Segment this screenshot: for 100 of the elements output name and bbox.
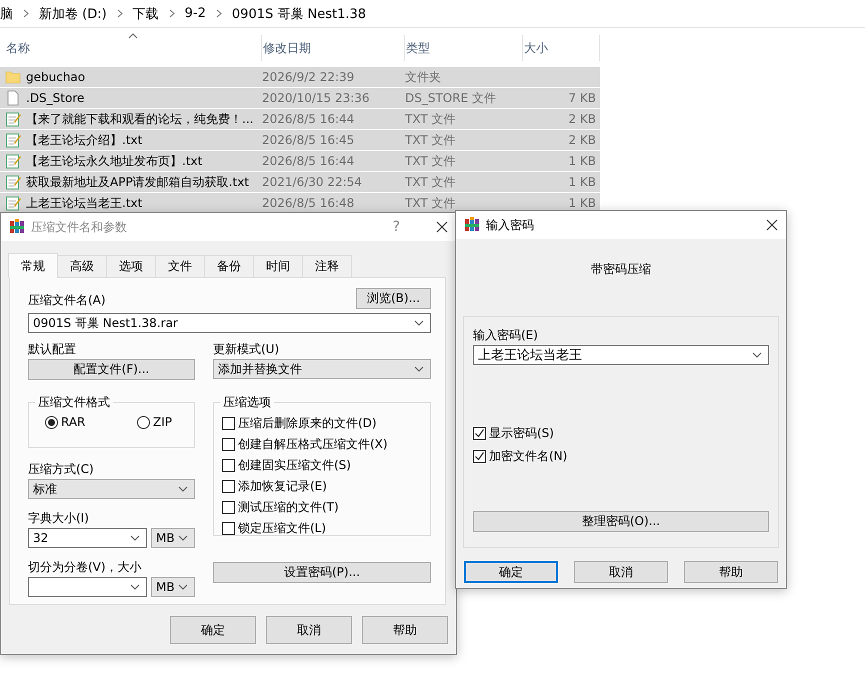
checkbox[interactable] <box>222 501 235 514</box>
file-date: 2020/10/15 23:36 <box>262 91 371 105</box>
file-row[interactable]: 【老王论坛永久地址发布页】.txt 2026/8/5 16:44 TXT 文件 1 KB <box>0 151 600 171</box>
file-name: 上老王论坛当老王.txt <box>26 194 142 212</box>
file-name: 【老王论坛永久地址发布页】.txt <box>26 152 202 170</box>
dialog-button[interactable]: 确定 <box>170 616 256 644</box>
checkbox-label[interactable]: 创建自解压格式压缩文件(X) <box>238 436 388 453</box>
checkbox-label[interactable]: 测试压缩的文件(T) <box>238 499 339 516</box>
checkbox[interactable] <box>222 480 235 493</box>
tab[interactable]: 注释 <box>302 255 352 277</box>
file-name: .DS_Store <box>26 91 84 105</box>
radio-label[interactable]: RAR <box>61 415 86 429</box>
chevron-icon <box>130 535 140 541</box>
file-row[interactable]: 【来了就能下载和观看的论坛，纯免费！... 2026/8/5 16:44 TXT 文件 2 KB <box>0 109 600 129</box>
file-date: 2021/6/30 22:54 <box>262 175 363 189</box>
update-mode-dropdown[interactable]: 添加并替换文件 <box>213 359 431 379</box>
column-header[interactable]: 名称 <box>5 35 262 61</box>
file-size: 1 KB <box>567 175 597 189</box>
books-stack-icon <box>464 217 480 233</box>
checkbox[interactable] <box>473 427 486 440</box>
profile-button[interactable]: 配置文件(F)... <box>28 359 195 380</box>
help-mark[interactable]: ? <box>392 219 400 235</box>
field-label: 输入密码(E) <box>473 327 539 344</box>
checkbox-label[interactable]: 创建固实压缩文件(S) <box>238 457 351 474</box>
dialog-button[interactable]: 确定 <box>464 561 558 583</box>
chevron-icon <box>752 352 762 358</box>
dialog-button[interactable]: 取消 <box>266 616 352 644</box>
file-type: TXT 文件 <box>405 110 456 128</box>
file-row[interactable]: .DS_Store 2020/10/15 23:36 DS_STORE 文件 7 KB <box>0 88 600 108</box>
file-date: 2026/8/5 16:44 <box>262 154 356 168</box>
checkbox[interactable] <box>473 450 486 463</box>
dictionary-dropdown[interactable]: 32 <box>28 528 147 548</box>
chevron-icon <box>216 9 222 18</box>
file-size: 2 KB <box>567 133 597 147</box>
file-name: 【来了就能下载和观看的论坛，纯免费！... <box>26 110 254 128</box>
radio-button[interactable] <box>137 416 150 428</box>
notepad-icon <box>5 153 21 169</box>
password-field[interactable]: 上老王论坛当老王 <box>473 345 769 365</box>
books-stack-icon <box>9 219 25 235</box>
checkbox[interactable] <box>222 522 235 535</box>
file-row[interactable]: gebuchao 2026/9/2 22:39 文件夹 <box>0 67 600 87</box>
checkbox-label[interactable]: 锁定压缩文件(L) <box>238 520 326 537</box>
file-type: DS_STORE 文件 <box>405 90 497 106</box>
group-title: 压缩选项 <box>220 394 274 411</box>
breadcrumb-item[interactable]: 新加卷 (D:) <box>39 4 107 22</box>
checkbox[interactable] <box>222 459 235 472</box>
notepad-icon <box>5 195 21 211</box>
checkbox-label[interactable]: 显示密码(S) <box>489 425 554 442</box>
file-row[interactable]: 上老王论坛当老王.txt 2026/8/5 16:48 TXT 文件 1 KB <box>0 193 600 213</box>
checkbox-label[interactable]: 压缩后删除原来的文件(D) <box>238 415 377 432</box>
dialog-button[interactable]: 帮助 <box>362 616 448 644</box>
breadcrumb-item[interactable]: 下载 <box>132 4 159 22</box>
window-title: 输入密码 <box>486 216 535 234</box>
breadcrumb-item[interactable]: 0901S 哥巢 Nest1.38 <box>232 4 366 22</box>
dialog-button[interactable]: 取消 <box>574 561 668 583</box>
volume-dropdown[interactable] <box>28 577 147 597</box>
file-date: 2026/8/5 16:45 <box>262 133 356 147</box>
file-row[interactable]: 获取最新地址及APP请发邮箱自动获取.txt 2021/6/30 22:54 TXT 文件 1 KB <box>0 172 600 192</box>
file-date: 2026/8/5 16:44 <box>262 112 356 126</box>
tab[interactable]: 常规 <box>8 253 58 278</box>
column-header[interactable]: 大小 <box>523 35 600 61</box>
browse-button[interactable]: 浏览(B)... <box>356 288 431 309</box>
set-password-button[interactable]: 设置密码(P)... <box>213 562 431 583</box>
chevron-icon <box>178 584 188 590</box>
dialog-button[interactable]: 帮助 <box>684 561 778 583</box>
file-type: TXT 文件 <box>405 194 456 212</box>
window-title: 压缩文件名和参数 <box>31 218 128 236</box>
checkbox[interactable] <box>222 438 235 451</box>
file-name: 【老王论坛介绍】.txt <box>26 132 142 148</box>
archive-name-field[interactable]: 0901S 哥巢 Nest1.38.rar <box>28 313 431 333</box>
unit-dropdown[interactable]: MB <box>151 577 195 597</box>
file-row[interactable]: 【老王论坛介绍】.txt 2026/8/5 16:45 TXT 文件 2 KB <box>0 130 600 150</box>
file-name: gebuchao <box>26 70 86 84</box>
chevron-icon <box>116 9 123 18</box>
chevron-icon <box>168 9 175 18</box>
column-header[interactable]: 修改日期 <box>262 35 405 61</box>
chevron-icon <box>414 366 424 372</box>
column-header[interactable]: 类型 <box>405 35 523 61</box>
organize-passwords-button[interactable]: 整理密码(O)... <box>473 511 769 532</box>
notepad-icon <box>5 111 21 127</box>
notepad-icon <box>5 174 21 190</box>
close-icon[interactable] <box>766 219 778 231</box>
checkbox-label[interactable]: 添加恢复记录(E) <box>238 478 327 495</box>
radio-label[interactable]: ZIP <box>153 415 172 429</box>
file-size: 2 KB <box>567 112 597 126</box>
checkbox-label[interactable]: 加密文件名(N) <box>489 448 568 465</box>
checkbox[interactable] <box>222 417 235 430</box>
breadcrumb-item[interactable]: 脑 <box>0 4 13 22</box>
breadcrumb-item[interactable]: 9-2 <box>184 6 206 21</box>
notepad-icon <box>5 132 21 148</box>
method-dropdown[interactable]: 标准 <box>28 479 195 499</box>
close-icon[interactable] <box>436 221 448 233</box>
radio-button[interactable] <box>45 416 58 428</box>
file-size: 1 KB <box>567 196 597 210</box>
dialog-heading: 带密码压缩 <box>590 261 652 278</box>
file-date: 2026/8/5 16:48 <box>262 196 356 210</box>
unit-dropdown[interactable]: MB <box>151 528 195 548</box>
chevron-icon <box>178 535 188 541</box>
field-label: 更新模式(U) <box>213 341 280 358</box>
file-size: 1 KB <box>567 154 597 168</box>
